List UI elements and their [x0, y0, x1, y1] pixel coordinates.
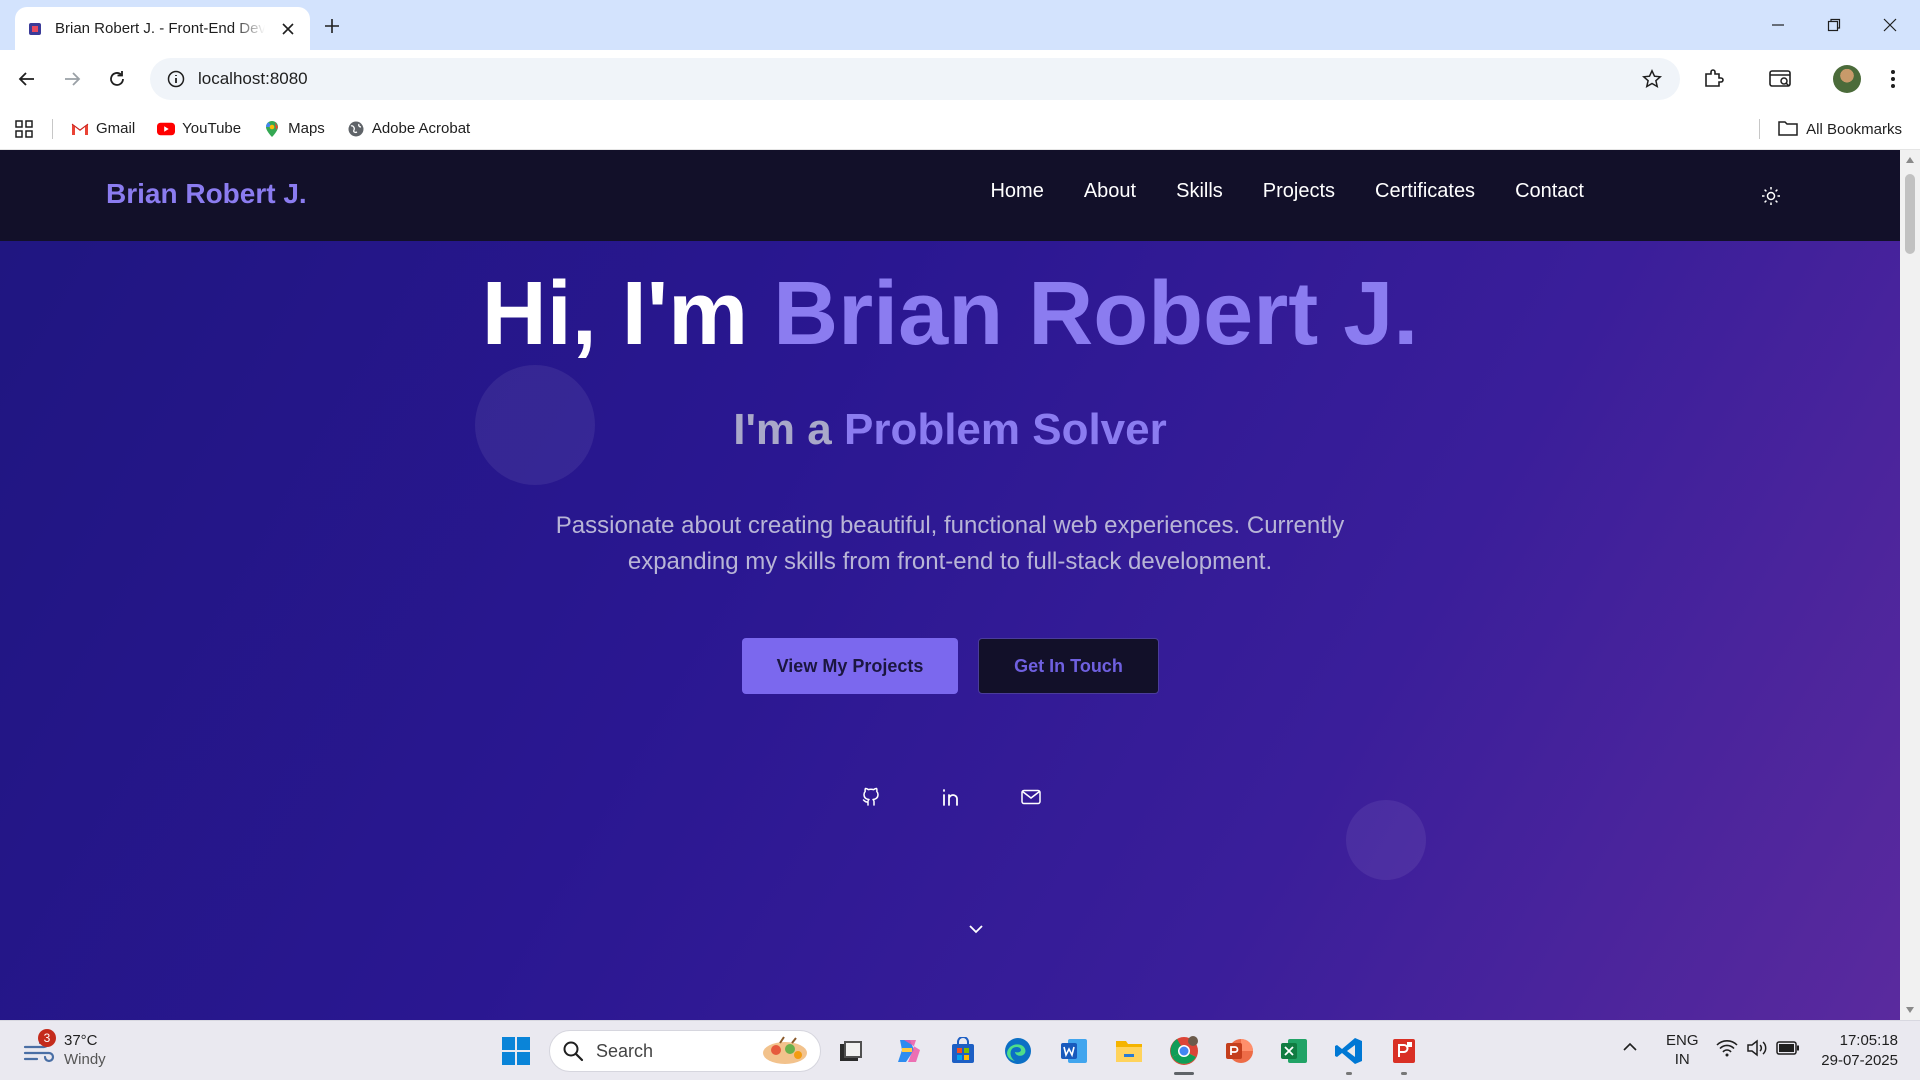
apps-grid-icon[interactable] — [14, 119, 34, 139]
powerpoint-icon[interactable] — [1221, 1033, 1257, 1069]
close-tab-icon[interactable] — [278, 19, 298, 39]
browser-toolbar: localhost:8080 — [0, 50, 1920, 108]
weather-description: Windy — [64, 1051, 106, 1068]
word-icon[interactable] — [1056, 1033, 1092, 1069]
scroll-down-arrow-icon[interactable] — [1904, 1004, 1916, 1016]
battery-icon[interactable] — [1776, 1041, 1800, 1059]
windows-start-icon[interactable] — [500, 1035, 532, 1067]
scroll-down-chevron-icon[interactable] — [961, 914, 991, 944]
github-icon[interactable] — [856, 782, 886, 812]
site-info-icon[interactable] — [164, 67, 188, 91]
search-icon — [563, 1041, 584, 1062]
restore-button[interactable] — [1814, 10, 1854, 40]
clock-time: 17:05:18 — [1839, 1032, 1898, 1049]
chrome-icon[interactable] — [1166, 1033, 1202, 1075]
address-bar[interactable]: localhost:8080 — [150, 58, 1680, 100]
gmail-icon — [71, 120, 89, 138]
taskbar-search-label: Search — [596, 1040, 654, 1061]
profile-avatar[interactable] — [1833, 65, 1861, 93]
theme-toggle-sun-icon[interactable] — [1757, 182, 1785, 210]
scroll-up-arrow-icon[interactable] — [1904, 154, 1916, 166]
nav-links: Home About Skills Projects Certificates … — [990, 180, 1584, 203]
site-navbar: Brian Robert J. Home About Skills Projec… — [0, 150, 1900, 241]
hero-description: Passionate about creating beautiful, fun… — [555, 512, 1345, 575]
show-hidden-icons-chevron-icon[interactable] — [1622, 1039, 1638, 1056]
back-button[interactable] — [10, 62, 44, 96]
page-scrollbar[interactable] — [1900, 150, 1920, 1020]
hero-greeting: Hi, I'm — [481, 264, 774, 364]
site-logo[interactable]: Brian Robert J. — [106, 178, 307, 210]
hero-role: Problem Solver — [843, 405, 1167, 454]
get-in-touch-button[interactable]: Get In Touch — [978, 638, 1159, 694]
tab-search-icon[interactable] — [1764, 62, 1798, 96]
volume-icon[interactable] — [1746, 1039, 1768, 1061]
new-tab-button[interactable] — [318, 12, 346, 40]
taskbar-search-box[interactable]: Search — [549, 1030, 821, 1072]
excel-icon[interactable] — [1276, 1033, 1312, 1069]
vscode-icon[interactable] — [1331, 1033, 1367, 1075]
linkedin-icon[interactable] — [936, 782, 966, 812]
bookmark-youtube[interactable]: YouTube — [157, 120, 241, 138]
bookmarks-divider — [52, 118, 53, 139]
nav-link-contact[interactable]: Contact — [1515, 180, 1584, 203]
bookmark-star-icon[interactable] — [1638, 65, 1666, 93]
site-favicon-icon — [27, 21, 43, 37]
youtube-icon — [157, 120, 176, 138]
weather-widget[interactable]: 3 37°C Windy — [22, 1029, 106, 1069]
minimize-button[interactable] — [1758, 10, 1798, 40]
view-projects-button[interactable]: View My Projects — [742, 638, 958, 694]
folder-icon — [1778, 120, 1798, 138]
nav-link-home[interactable]: Home — [990, 180, 1043, 203]
tab-title: Brian Robert J. - Front-End Developer — [55, 20, 265, 37]
hero-title: Hi, I'm Brian Robert J. — [0, 263, 1900, 366]
nav-link-projects[interactable]: Projects — [1263, 180, 1335, 203]
page-viewport: Brian Robert J. Home About Skills Projec… — [0, 150, 1900, 1020]
browser-tab-bar: Brian Robert J. - Front-End Developer — [0, 0, 1920, 50]
edge-browser-icon[interactable] — [1000, 1033, 1036, 1069]
weather-alert-badge: 3 — [38, 1029, 56, 1047]
mail-icon[interactable] — [1016, 782, 1046, 812]
wifi-icon[interactable] — [1716, 1039, 1738, 1061]
forward-button[interactable] — [55, 62, 89, 96]
system-clock[interactable]: 17:05:18 29-07-2025 — [1821, 1031, 1898, 1071]
search-highlight-icon — [763, 1036, 807, 1064]
scrollbar-thumb[interactable] — [1905, 174, 1915, 254]
all-bookmarks[interactable]: All Bookmarks — [1759, 108, 1902, 150]
close-window-button[interactable] — [1870, 10, 1910, 40]
pdf-reader-icon[interactable] — [1386, 1033, 1422, 1075]
decorative-bubble — [1346, 800, 1426, 880]
nav-link-skills[interactable]: Skills — [1176, 180, 1223, 203]
bookmark-adobe-acrobat[interactable]: Adobe Acrobat — [347, 120, 470, 138]
hero-name: Brian Robert J. — [773, 264, 1419, 364]
reload-button[interactable] — [100, 62, 134, 96]
file-explorer-icon[interactable] — [1111, 1033, 1147, 1069]
hero-role-prefix: I'm a — [733, 405, 844, 454]
nav-link-certificates[interactable]: Certificates — [1375, 180, 1475, 203]
extensions-icon[interactable] — [1696, 62, 1730, 96]
globe-icon — [347, 120, 365, 138]
clock-date: 29-07-2025 — [1821, 1052, 1898, 1069]
copilot-icon[interactable] — [889, 1033, 925, 1069]
microsoft-store-icon[interactable] — [945, 1033, 981, 1069]
hero-subtitle: I'm a Problem Solver — [0, 405, 1900, 455]
nav-link-about[interactable]: About — [1084, 180, 1136, 203]
bookmarks-bar: Gmail YouTube Maps Adobe Acrobat All Boo… — [0, 108, 1920, 150]
browser-menu-icon[interactable] — [1876, 62, 1910, 96]
maps-icon — [263, 120, 281, 138]
bookmark-maps[interactable]: Maps — [263, 120, 325, 138]
language-indicator[interactable]: ENG IN — [1666, 1031, 1699, 1069]
browser-tab[interactable]: Brian Robert J. - Front-End Developer — [15, 7, 310, 50]
windy-weather-icon: 3 — [22, 1029, 56, 1067]
bookmarks-divider-right — [1759, 119, 1761, 139]
weather-temperature: 37°C — [64, 1032, 98, 1049]
task-view-icon[interactable] — [833, 1033, 869, 1069]
bookmark-gmail[interactable]: Gmail — [71, 120, 135, 138]
url-text: localhost:8080 — [198, 69, 308, 88]
windows-taskbar: 3 37°C Windy Search ENG IN 17:05:18 29-0… — [0, 1020, 1920, 1080]
